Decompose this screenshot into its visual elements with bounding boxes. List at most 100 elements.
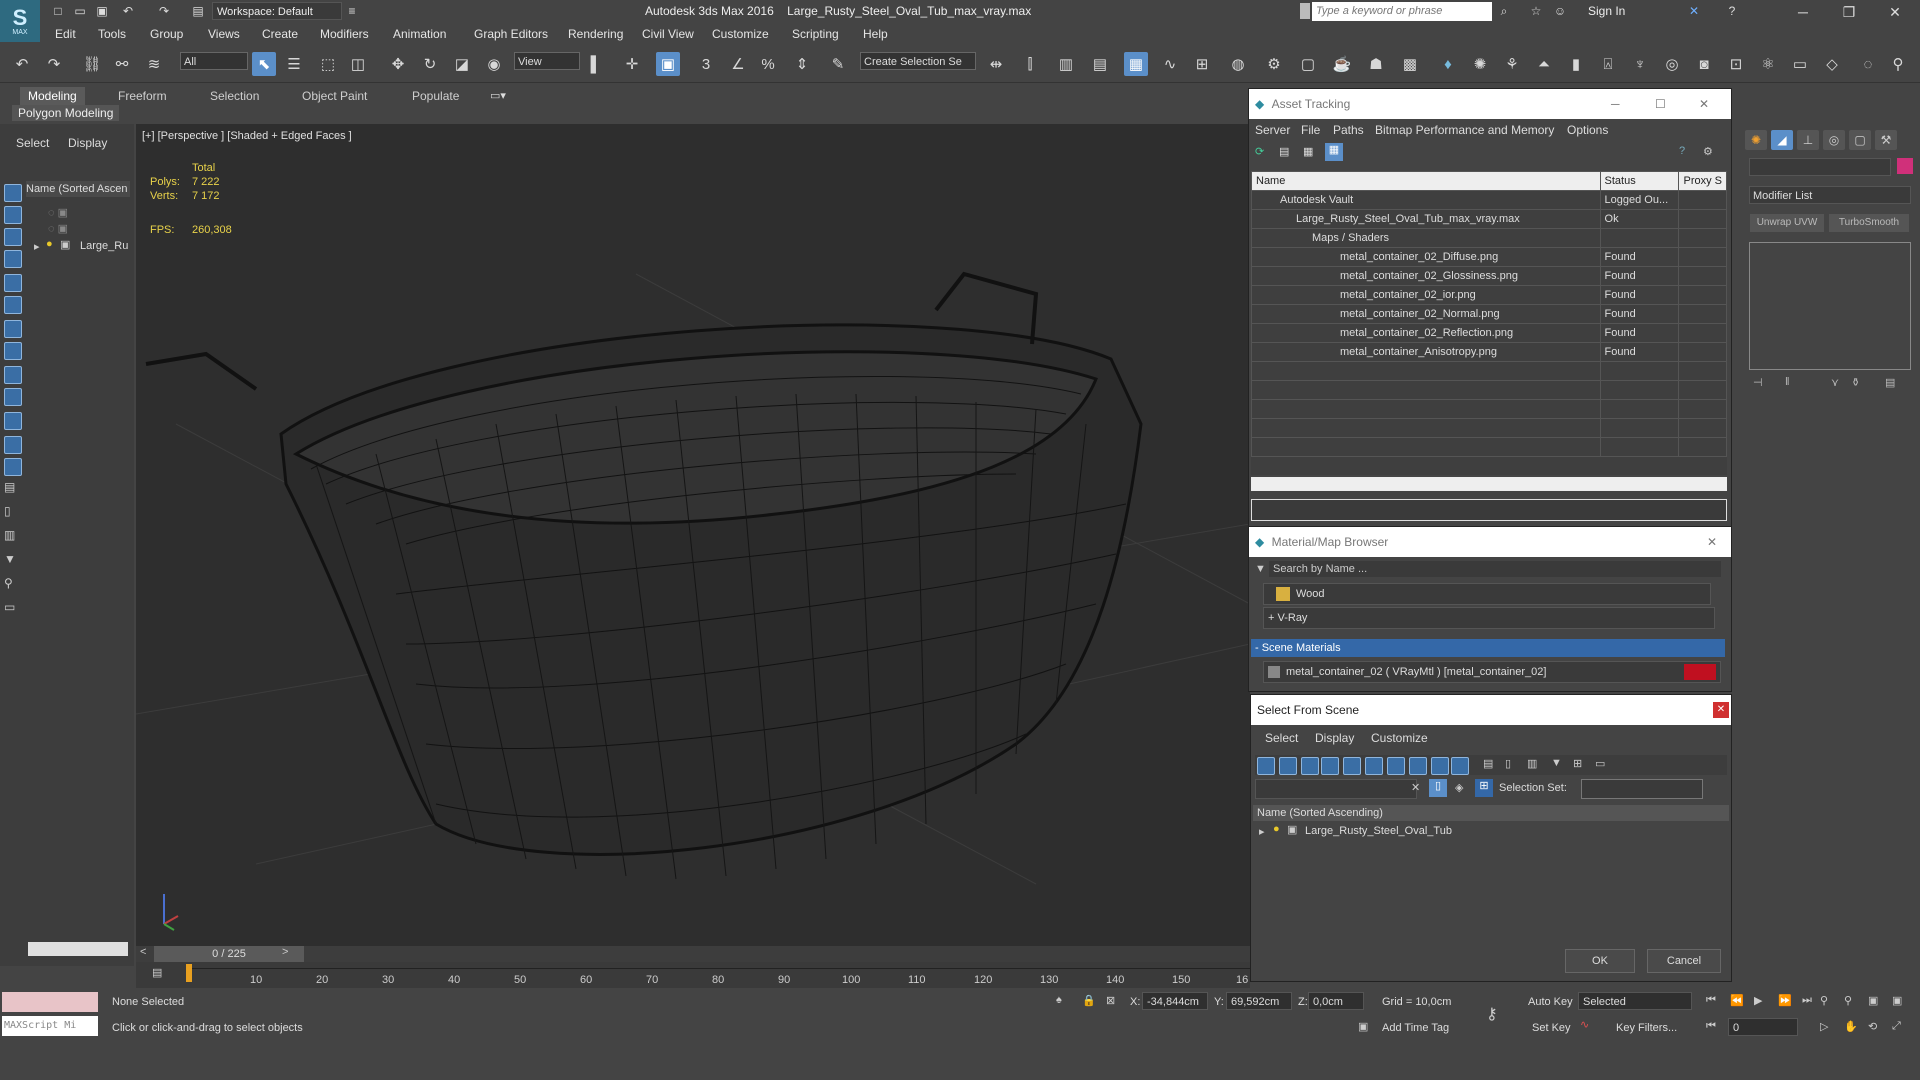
- display-invert-icon[interactable]: ▥: [4, 528, 20, 544]
- display-none-alt-icon[interactable]: ▯: [4, 504, 20, 520]
- link-icon[interactable]: ⛓: [80, 52, 104, 76]
- time-prev-icon[interactable]: <: [140, 946, 146, 958]
- menu-animation[interactable]: Animation: [393, 27, 446, 41]
- schematic-view-icon[interactable]: ⊞: [1190, 52, 1214, 76]
- sfs-selection-set-select[interactable]: [1581, 779, 1703, 799]
- list-item[interactable]: Large_Rusty_Steel_Oval_Tub: [1305, 825, 1452, 837]
- configure-modifier-sets-icon[interactable]: ▤: [1885, 376, 1895, 389]
- vray-mesh-export-icon[interactable]: ▭: [1788, 52, 1812, 76]
- reference-coordinate-select[interactable]: View: [514, 52, 580, 70]
- sfs-filter-icon[interactable]: ▼: [1551, 757, 1562, 769]
- time-slider[interactable]: < 0 / 225 >: [136, 946, 1250, 962]
- rectangular-selection-icon[interactable]: ⬚: [316, 52, 340, 76]
- utilities-tab-icon[interactable]: ⚒: [1875, 130, 1897, 150]
- sfs-menu-display[interactable]: Display: [1315, 731, 1354, 745]
- select-manipulate-icon[interactable]: ✛: [620, 52, 644, 76]
- layer-icon[interactable]: ▭: [4, 600, 20, 616]
- asset-column-name[interactable]: Name: [1251, 171, 1601, 191]
- display-bones-icon[interactable]: [4, 388, 22, 406]
- filter-icon[interactable]: ▼: [4, 552, 20, 568]
- object-name-field[interactable]: [1749, 158, 1891, 176]
- edit-named-selection-icon[interactable]: ✎: [826, 52, 850, 76]
- sfs-display-space-warps-icon[interactable]: [1387, 757, 1405, 775]
- mini-curve-editor-icon[interactable]: ▤: [152, 966, 162, 979]
- display-geometry-icon[interactable]: [4, 206, 22, 224]
- expand-arrow-icon[interactable]: ▸: [34, 240, 40, 253]
- display-hidden-icon[interactable]: [4, 458, 22, 476]
- asset-refresh-icon[interactable]: ⟳: [1255, 145, 1264, 158]
- undo-icon[interactable]: ↶: [10, 52, 34, 76]
- curve-editor-icon[interactable]: ∿: [1158, 52, 1182, 76]
- field-of-view-icon[interactable]: ▷: [1820, 1020, 1828, 1033]
- explorer-column-header[interactable]: Name (Sorted Ascen: [26, 181, 130, 197]
- menu-modifiers[interactable]: Modifiers: [320, 27, 369, 41]
- table-row[interactable]: Large_Rusty_Steel_Oval_Tub_max_vray.max O…: [1251, 209, 1727, 229]
- zoom-all-icon[interactable]: ⚲: [1844, 994, 1852, 1007]
- move-icon[interactable]: ✥: [386, 52, 410, 76]
- sfs-display-xrefs-icon[interactable]: [1431, 757, 1449, 775]
- vray-render-icon[interactable]: ◙: [1692, 52, 1716, 76]
- turbosmooth-button[interactable]: TurboSmooth: [1829, 214, 1909, 232]
- key-icon[interactable]: ⚷: [1486, 1004, 1498, 1024]
- material-editor-icon[interactable]: ◍: [1226, 52, 1250, 76]
- create-tab-icon[interactable]: ✺: [1745, 130, 1767, 150]
- workspace-menu-icon[interactable]: ≡: [344, 3, 360, 19]
- zoom-icon[interactable]: ⚲: [1820, 994, 1828, 1007]
- display-groups-icon[interactable]: [4, 342, 22, 360]
- asset-menu-paths[interactable]: Paths: [1333, 123, 1364, 137]
- play-icon[interactable]: ▶: [1754, 994, 1762, 1007]
- new-file-icon[interactable]: □: [50, 3, 66, 19]
- explorer-item[interactable]: Large_Ru: [80, 240, 128, 252]
- asset-menu-options[interactable]: Options: [1567, 123, 1608, 137]
- maximize-viewport-icon[interactable]: ⤢: [1892, 1020, 1901, 1033]
- redo-icon[interactable]: ↷: [156, 3, 172, 19]
- mirror-icon[interactable]: ⇹: [984, 52, 1008, 76]
- sfs-display-cameras-icon[interactable]: [1343, 757, 1361, 775]
- keyboard-shortcut-override-icon[interactable]: ▣: [656, 52, 680, 76]
- menu-edit[interactable]: Edit: [55, 27, 76, 41]
- percent-snap-icon[interactable]: %: [756, 52, 780, 76]
- select-from-scene-titlebar[interactable]: Select From Scene ✕: [1251, 695, 1731, 725]
- table-row[interactable]: metal_container_02_Glossiness.png Found: [1251, 266, 1727, 286]
- vray-lightlister-icon[interactable]: ⊡: [1724, 52, 1748, 76]
- modify-tab-icon[interactable]: ◢: [1771, 130, 1793, 150]
- maxscript-mini-listener[interactable]: MAXScript Mi: [2, 1016, 98, 1036]
- asset-menu-file[interactable]: File: [1301, 123, 1320, 137]
- make-unique-icon[interactable]: ⋎: [1831, 376, 1839, 389]
- menu-views[interactable]: Views: [208, 27, 240, 41]
- vray-sun-icon[interactable]: ✺: [1468, 52, 1492, 76]
- material-wood-row[interactable]: Wood: [1263, 583, 1711, 605]
- zoom-extents-icon[interactable]: ▣: [1868, 994, 1878, 1007]
- star-icon[interactable]: ☆: [1528, 3, 1544, 19]
- user-icon[interactable]: ☺: [1552, 3, 1568, 19]
- ribbon-tab-freeform[interactable]: Freeform: [110, 87, 175, 105]
- sfs-display-all-icon[interactable]: ▤: [1483, 757, 1493, 770]
- asset-menu-server[interactable]: Server: [1255, 123, 1290, 137]
- asset-table-icon[interactable]: ▦: [1325, 143, 1343, 161]
- pin-stack-icon[interactable]: ⊣: [1753, 376, 1763, 389]
- x-coord-field[interactable]: -34,844cm: [1142, 992, 1208, 1010]
- material-browser-close-icon[interactable]: ✕: [1707, 527, 1717, 557]
- sfs-column-header[interactable]: Name (Sorted Ascending): [1253, 805, 1729, 821]
- place-icon[interactable]: ◉: [482, 52, 506, 76]
- asset-tracking-titlebar[interactable]: ◆ Asset Tracking ─ ☐ ✕: [1249, 89, 1731, 119]
- perspective-viewport[interactable]: [+] [Perspective ] [Shaded + Edged Faces…: [136, 124, 1250, 946]
- hold-icon[interactable]: ▤: [190, 3, 206, 19]
- sfs-display-bones-icon[interactable]: [1451, 757, 1469, 775]
- toggle-layer-explorer-icon[interactable]: ▥: [1054, 52, 1078, 76]
- sfs-display-none-icon[interactable]: [1257, 757, 1275, 775]
- close-icon[interactable]: ✕: [1872, 0, 1918, 24]
- display-none-icon[interactable]: [4, 184, 22, 202]
- menu-tools[interactable]: Tools: [98, 27, 126, 41]
- render-iterative-icon[interactable]: ☗: [1364, 52, 1388, 76]
- menu-group[interactable]: Group: [150, 27, 183, 41]
- set-key-button[interactable]: Set Key: [1532, 1022, 1571, 1034]
- vray-frame-buffer-icon[interactable]: ◎: [1660, 52, 1684, 76]
- restore-icon[interactable]: ❐: [1826, 0, 1872, 24]
- display-helpers-icon[interactable]: [4, 296, 22, 314]
- scene-material-row[interactable]: metal_container_02 ( VRayMtl ) [metal_co…: [1263, 661, 1721, 683]
- lock-selection-icon[interactable]: 🔒: [1082, 994, 1096, 1007]
- snaps-toggle-icon[interactable]: 3: [694, 52, 718, 76]
- sfs-ok-button[interactable]: OK: [1565, 949, 1635, 973]
- sfs-display-groups-icon[interactable]: [1409, 757, 1427, 775]
